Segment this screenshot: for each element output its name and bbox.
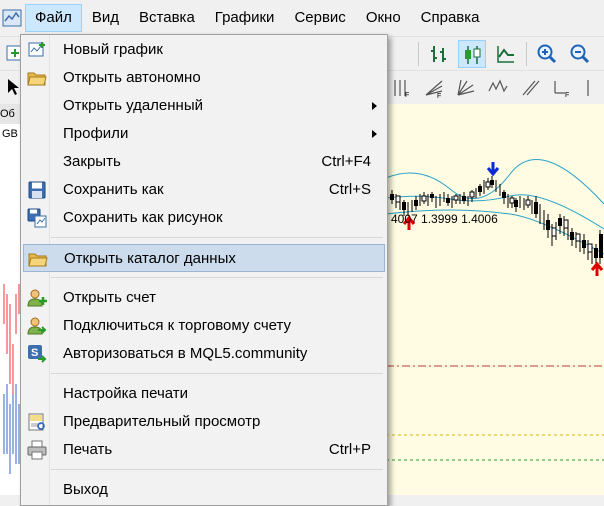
mql5-login-icon: S: [28, 345, 47, 363]
open-data-folder-item[interactable]: Открыть каталог данных: [23, 244, 385, 272]
open-offline-item[interactable]: Открыть автономно: [23, 64, 385, 92]
menu-tools[interactable]: Сервис: [284, 4, 355, 32]
exit-label: Выход: [63, 481, 108, 498]
channel-icon: [522, 80, 540, 96]
open-account-label: Открыть счет: [63, 289, 156, 306]
line-chart-button[interactable]: [492, 40, 520, 68]
save-as-picture-item[interactable]: Сохранить как рисунок: [23, 204, 385, 232]
open-folder-icon: [27, 72, 47, 86]
mql5-login-label: Авторизоваться в MQL5.community: [63, 345, 308, 362]
print-setup-item[interactable]: Настройка печати: [23, 380, 385, 408]
fibo-fan-button[interactable]: F: [420, 74, 448, 102]
menu-view[interactable]: Вид: [82, 4, 129, 32]
submenu-arrow-icon: [372, 102, 377, 110]
down-arrow-marker: [486, 162, 500, 177]
fibo-time-button[interactable]: F: [388, 74, 416, 102]
zoom-in-icon: [537, 44, 557, 64]
open-offline-label: Открыть автономно: [63, 69, 201, 86]
svg-text:F: F: [437, 93, 441, 99]
save-as-item[interactable]: Сохранить как Ctrl+S: [23, 176, 385, 204]
print-shortcut: Ctrl+P: [328, 441, 371, 458]
fibo-channel-button[interactable]: F: [548, 74, 576, 102]
more-tools-icon: [587, 80, 589, 96]
menu-charts[interactable]: Графики: [205, 4, 285, 32]
connect-account-icon: [27, 317, 47, 335]
exit-item[interactable]: Выход: [23, 476, 385, 504]
save-icon: [28, 181, 46, 199]
printer-icon: [27, 440, 47, 460]
menu-help[interactable]: Справка: [411, 4, 490, 32]
menu-bar: Файл Вид Вставка Графики Сервис Окно Спр…: [0, 0, 604, 36]
save-picture-icon: [27, 208, 47, 228]
more-tools-button[interactable]: [578, 74, 604, 102]
zoom-in-button[interactable]: [533, 40, 561, 68]
profiles-label: Профили: [63, 125, 129, 142]
svg-text:F: F: [565, 92, 569, 99]
bar-chart-icon: [431, 46, 446, 62]
close-label: Закрыть: [63, 153, 121, 170]
print-item[interactable]: Печать Ctrl+P: [23, 436, 385, 464]
save-as-picture-label: Сохранить как рисунок: [63, 209, 223, 226]
fibo-time-icon: F: [394, 80, 409, 99]
new-chart-label: Новый график: [63, 41, 163, 58]
menu-window[interactable]: Окно: [356, 4, 411, 32]
mini-chart: [3, 284, 20, 474]
fibo-channel-icon: F: [554, 81, 569, 99]
app-icon[interactable]: [1, 7, 23, 29]
open-remote-label: Открыть удаленный: [63, 97, 203, 114]
candlestick-icon: [465, 46, 481, 64]
open-remote-item[interactable]: Открыть удаленный: [23, 92, 385, 120]
connect-account-item[interactable]: Подключиться к торговому счету: [23, 312, 385, 340]
open-data-folder-label: Открыть каталог данных: [64, 250, 236, 267]
elliott-wave-icon: [488, 79, 508, 93]
candlestick-button[interactable]: [458, 40, 486, 68]
svg-text:F: F: [405, 92, 409, 99]
gann-fan-button[interactable]: [452, 74, 480, 102]
profiles-item[interactable]: Профили: [23, 120, 385, 148]
connect-account-label: Подключиться к торговому счету: [63, 317, 292, 334]
print-preview-icon: [28, 413, 45, 431]
line-chart-icon: [497, 46, 514, 63]
symbol-label: GB: [2, 128, 18, 140]
fibo-fan-icon: F: [425, 80, 443, 99]
open-account-item[interactable]: Открыть счет: [23, 284, 385, 312]
text-tool-button[interactable]: [516, 74, 544, 102]
print-label: Печать: [63, 441, 113, 458]
save-as-label: Сохранить как: [63, 181, 164, 198]
zoom-out-button[interactable]: [566, 40, 594, 68]
submenu-arrow-icon: [372, 130, 377, 138]
new-chart-item[interactable]: Новый график: [23, 36, 385, 64]
file-menu: Новый график Открыть автономно Открыть у…: [20, 34, 388, 506]
gann-fan-icon: [457, 79, 475, 96]
upper-band: [385, 159, 604, 205]
menu-insert[interactable]: Вставка: [129, 4, 205, 32]
print-preview-item[interactable]: Предварительный просмотр: [23, 408, 385, 436]
mql5-login-item[interactable]: S Авторизоваться в MQL5.community: [23, 340, 385, 368]
bar-chart-button[interactable]: [425, 40, 453, 68]
close-item[interactable]: Закрыть Ctrl+F4: [23, 148, 385, 176]
wave-button[interactable]: [484, 74, 512, 102]
new-chart-icon: [28, 42, 45, 57]
zoom-out-icon: [570, 44, 590, 64]
navigator-tab[interactable]: Об: [0, 104, 22, 124]
print-setup-label: Настройка печати: [63, 385, 189, 402]
svg-text:S: S: [31, 347, 38, 359]
folder-icon: [28, 253, 48, 267]
open-account-icon: [27, 289, 47, 307]
save-as-shortcut: Ctrl+S: [328, 181, 371, 198]
menu-file[interactable]: Файл: [25, 4, 82, 32]
print-preview-label: Предварительный просмотр: [63, 413, 261, 430]
ohlc-readout: 4007 1.3999 1.4006: [391, 212, 498, 226]
up-arrow-marker-2: [590, 261, 604, 276]
close-shortcut: Ctrl+F4: [321, 153, 371, 170]
